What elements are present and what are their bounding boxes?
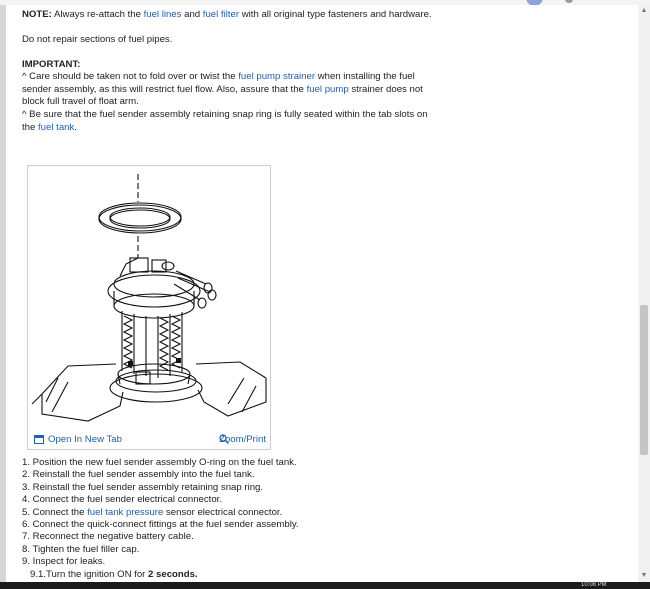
- important-text: Be sure that the fuel sender assembly re…: [22, 109, 428, 133]
- substep-item: 9.1.Turn the ignition ON for 2 seconds.: [22, 569, 442, 581]
- important-item-1: ^ Care should be taken not to fold over …: [22, 71, 432, 109]
- step-item: 8. Tighten the fuel filler cap.: [22, 543, 140, 555]
- fuel-sender-figure[interactable]: Open In New Tab Zoom/Print: [27, 165, 271, 450]
- taskbar: 10:08 PM: [0, 582, 650, 589]
- step-text: 5. Connect the: [22, 506, 88, 518]
- fuel-filter-link[interactable]: fuel filter: [203, 9, 239, 20]
- step-item: 5. Connect the fuel tank pressure sensor…: [22, 507, 442, 519]
- taskbar-clock: 10:08 PM: [581, 582, 607, 588]
- substep-text: 9.1.Turn the ignition ON for: [30, 568, 149, 580]
- fuel-tank-link[interactable]: fuel tank: [38, 122, 74, 133]
- zoom-print-link[interactable]: Zoom/Print: [219, 434, 266, 445]
- step-item: 1. Position the new fuel sender assembly…: [22, 457, 297, 468]
- important-text: Care should be taken not to fold over or…: [26, 71, 239, 82]
- step-text: sensor electrical connector.: [163, 506, 283, 518]
- new-tab-icon: [34, 435, 44, 444]
- open-in-new-tab-link[interactable]: Open In New Tab: [34, 434, 122, 445]
- step-item: 6. Connect the quick-connect fittings at…: [22, 518, 299, 530]
- fuel-pump-strainer-link[interactable]: fuel pump strainer: [238, 71, 315, 82]
- note-text: and: [181, 9, 203, 20]
- fuel-pump-link[interactable]: fuel pump: [307, 84, 349, 95]
- open-in-new-tab-label: Open In New Tab: [48, 434, 122, 445]
- dont-repair-text: Do not repair sections of fuel pipes.: [22, 34, 173, 45]
- scrollbar-thumb[interactable]: [640, 305, 648, 455]
- substep-bold: 2 seconds.: [148, 568, 198, 580]
- step-item: 9. Inspect for leaks.: [22, 556, 106, 568]
- scroll-down-arrow-icon[interactable]: ▼: [640, 572, 648, 580]
- zoom-icon: [219, 434, 230, 444]
- step-item: 2. Reinstall the fuel sender assembly in…: [22, 469, 255, 481]
- vertical-scrollbar[interactable]: ▲ ▼: [638, 5, 650, 582]
- note-text: Always re-attach the: [51, 9, 144, 20]
- menu-dot-icon[interactable]: [565, 0, 573, 3]
- important-item-2: ^ Be sure that the fuel sender assembly …: [22, 109, 432, 134]
- step-item: 7. Reconnect the negative battery cable.: [22, 531, 194, 543]
- note-label: NOTE:: [22, 9, 52, 20]
- procedure-steps: 1. Position the new fuel sender assembly…: [22, 457, 442, 581]
- repair-article-panel: NOTE: Always re-attach the fuel lines an…: [6, 5, 638, 582]
- note-text: with all original type fasteners and har…: [239, 9, 432, 20]
- step-item: 3. Reinstall the fuel sender assembly re…: [22, 481, 264, 493]
- fuel-tank-pressure-link[interactable]: fuel tank pressure: [87, 507, 163, 518]
- scroll-up-arrow-icon[interactable]: ▲: [640, 7, 648, 15]
- fuel-lines-link[interactable]: fuel lines: [144, 9, 182, 20]
- important-text: .: [74, 121, 77, 133]
- fuel-sender-illustration: [31, 174, 267, 422]
- step-item: 4. Connect the fuel sender electrical co…: [22, 494, 222, 506]
- note-paragraph: NOTE: Always re-attach the fuel lines an…: [22, 9, 442, 22]
- important-heading: IMPORTANT:: [22, 59, 81, 70]
